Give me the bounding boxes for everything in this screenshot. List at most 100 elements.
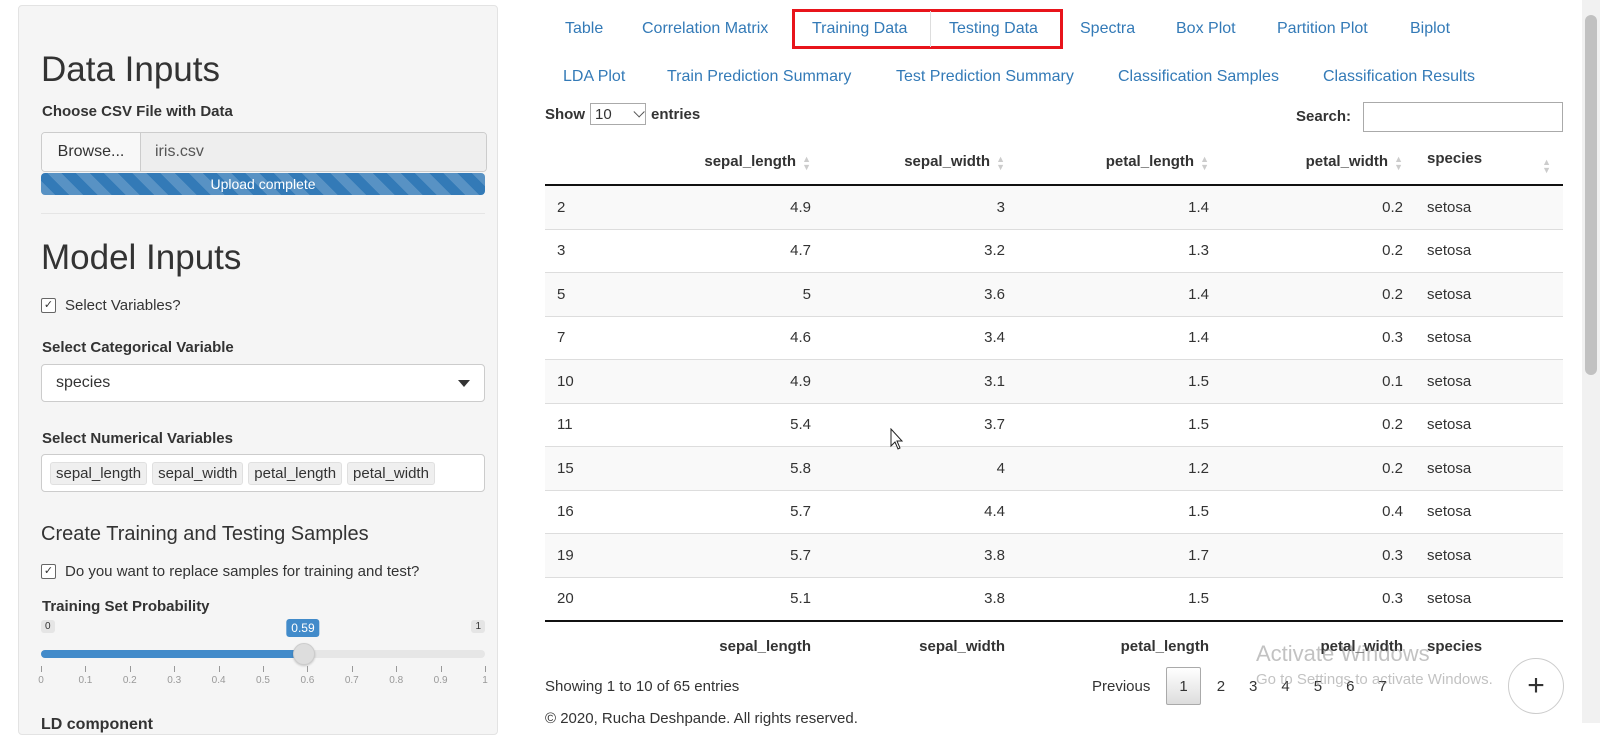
table-row[interactable]: 16 5.7 4.4 1.5 0.4 setosa <box>545 489 1563 534</box>
table-row[interactable]: 5 5 3.6 1.4 0.2 setosa <box>545 272 1563 316</box>
tab-train-prediction-summary[interactable]: Train Prediction Summary <box>667 68 851 86</box>
numerical-variable-tag[interactable]: sepal_width <box>152 461 244 485</box>
search-input[interactable] <box>1363 102 1563 132</box>
numerical-variable-tag[interactable]: petal_length <box>248 461 343 485</box>
table-cell: 15 <box>545 446 649 490</box>
categorical-variable-value: species <box>56 374 111 391</box>
tab-classification-samples[interactable]: Classification Samples <box>1118 68 1279 86</box>
tab-biplot[interactable]: Biplot <box>1410 20 1450 38</box>
data-table: sepal_length ▲ ▼ sepal_width ▲ ▼ petal_lengt… <box>545 140 1563 670</box>
numerical-variable-tag[interactable]: petal_width <box>347 461 435 485</box>
entries-select[interactable]: 10 <box>590 103 646 125</box>
page-button-current[interactable]: 1 <box>1166 667 1201 705</box>
column-header-species[interactable]: species ▲ ▼ <box>1415 140 1563 186</box>
sort-icon: ▲ ▼ <box>802 153 811 172</box>
slider-tick-label: 0.5 <box>256 675 270 686</box>
slider-max-label: 1 <box>471 620 485 633</box>
windows-watermark-subtitle: Go to Settings to activate Windows. <box>1256 671 1493 688</box>
table-cell: 11 <box>545 402 649 447</box>
samples-title: Create Training and Testing Samples <box>41 523 369 545</box>
categorical-variable-select[interactable]: species <box>41 364 485 402</box>
tab-lda-plot[interactable]: LDA Plot <box>563 68 625 86</box>
table-row[interactable]: 19 5.7 3.8 1.7 0.3 setosa <box>545 533 1563 577</box>
footer-petal-length: petal_length <box>1017 620 1221 670</box>
slider-tick <box>129 666 131 672</box>
table-cell: 3.1 <box>823 359 1017 403</box>
slider-tick <box>396 666 398 672</box>
slider-tick-label: 1 <box>482 675 488 686</box>
sort-icon: ▲ ▼ <box>996 153 1005 172</box>
tab-box-plot[interactable]: Box Plot <box>1176 20 1236 38</box>
add-floating-button[interactable]: + <box>1508 658 1564 714</box>
table-cell: 0.2 <box>1221 228 1415 273</box>
slider-tick <box>218 666 220 672</box>
table-row[interactable]: 7 4.6 3.4 1.4 0.3 setosa <box>545 315 1563 360</box>
file-input[interactable]: Browse... iris.csv <box>41 132 487 172</box>
table-cell: setosa <box>1415 402 1563 447</box>
column-header-petal-length[interactable]: petal_length ▲ ▼ <box>1017 140 1221 186</box>
categorical-variable-label: Select Categorical Variable <box>42 339 234 356</box>
replace-samples-checkbox-row[interactable]: ✓ Do you want to replace samples for tra… <box>41 563 419 580</box>
browse-button[interactable]: Browse... <box>42 133 141 171</box>
slider-handle[interactable] <box>292 643 315 665</box>
tab-correlation-matrix[interactable]: Correlation Matrix <box>642 20 768 38</box>
csv-file-label: Choose CSV File with Data <box>42 103 233 120</box>
table-cell: 1.4 <box>1017 184 1221 229</box>
training-probability-slider[interactable]: 0 1 0.59 0 0.1 0.2 0.3 0.4 0.5 0.6 0.7 0.8 0.9 1 <box>38 618 488 688</box>
length-control: Show 10 entries <box>545 103 700 125</box>
table-row[interactable]: 2 4.9 3 1.4 0.2 setosa <box>545 184 1563 229</box>
table-cell: 0.2 <box>1221 184 1415 229</box>
tab-test-prediction-summary[interactable]: Test Prediction Summary <box>896 68 1074 86</box>
table-cell: 4.4 <box>823 489 1017 534</box>
tab-partition-plot[interactable]: Partition Plot <box>1277 20 1368 38</box>
tab-table[interactable]: Table <box>565 20 603 38</box>
table-cell: setosa <box>1415 315 1563 360</box>
table-cell: 0.2 <box>1221 402 1415 447</box>
table-cell: 1.4 <box>1017 272 1221 316</box>
table-row[interactable]: 15 5.8 4 1.2 0.2 setosa <box>545 446 1563 490</box>
table-cell: 0.3 <box>1221 576 1415 621</box>
show-label: Show <box>545 105 585 123</box>
previous-page-button[interactable]: Previous <box>1080 668 1162 704</box>
table-row[interactable]: 11 5.4 3.7 1.5 0.2 setosa <box>545 402 1563 447</box>
tab-classification-results[interactable]: Classification Results <box>1323 68 1475 86</box>
page-button[interactable]: 2 <box>1205 668 1237 704</box>
numerical-variables-select[interactable]: sepal_length sepal_width petal_length pe… <box>41 454 485 492</box>
table-cell: setosa <box>1415 184 1563 229</box>
slider-value-label: 0.59 <box>286 619 320 637</box>
slider-tick <box>41 666 42 672</box>
scrollbar-thumb[interactable] <box>1585 15 1597 375</box>
table-cell: 4.6 <box>649 315 823 360</box>
replace-samples-checkbox[interactable]: ✓ <box>41 564 56 579</box>
tab-spectra[interactable]: Spectra <box>1080 20 1135 38</box>
training-probability-label: Training Set Probability <box>42 598 210 615</box>
ld-component-label: LD component <box>41 716 153 733</box>
table-row[interactable]: 20 5.1 3.8 1.5 0.3 setosa <box>545 576 1563 621</box>
table-cell: 3 <box>823 184 1017 229</box>
table-cell: setosa <box>1415 576 1563 621</box>
entries-label: entries <box>651 105 701 123</box>
data-inputs-title: Data Inputs <box>41 50 220 89</box>
select-variables-checkbox[interactable]: ✓ <box>41 298 56 313</box>
tab-testing-data[interactable]: Testing Data <box>949 20 1038 38</box>
column-header-sepal-width[interactable]: sepal_width ▲ ▼ <box>823 140 1017 186</box>
column-header-sepal-length[interactable]: sepal_length ▲ ▼ <box>649 140 823 186</box>
tab-training-data[interactable]: Training Data <box>812 20 907 38</box>
table-cell: 3.8 <box>823 533 1017 577</box>
table-cell: 3.7 <box>823 402 1017 447</box>
tab-divider <box>930 11 931 47</box>
table-cell: 0.1 <box>1221 359 1415 403</box>
column-header-petal-width[interactable]: petal_width ▲ ▼ <box>1221 140 1415 186</box>
table-row[interactable]: 10 4.9 3.1 1.5 0.1 setosa <box>545 359 1563 403</box>
slider-tick <box>307 666 309 672</box>
slider-tick-label: 0.4 <box>211 675 226 686</box>
slider-tick <box>351 666 353 672</box>
table-cell: 3.6 <box>823 272 1017 316</box>
upload-progress-bar: Upload complete <box>41 173 485 195</box>
slider-tick-label: 0.2 <box>122 675 137 686</box>
table-row[interactable]: 3 4.7 3.2 1.3 0.2 setosa <box>545 228 1563 273</box>
table-cell: 1.3 <box>1017 228 1221 273</box>
table-cell: 0.2 <box>1221 272 1415 316</box>
numerical-variable-tag[interactable]: sepal_length <box>50 461 148 485</box>
select-variables-checkbox-row[interactable]: ✓ Select Variables? <box>41 297 181 314</box>
